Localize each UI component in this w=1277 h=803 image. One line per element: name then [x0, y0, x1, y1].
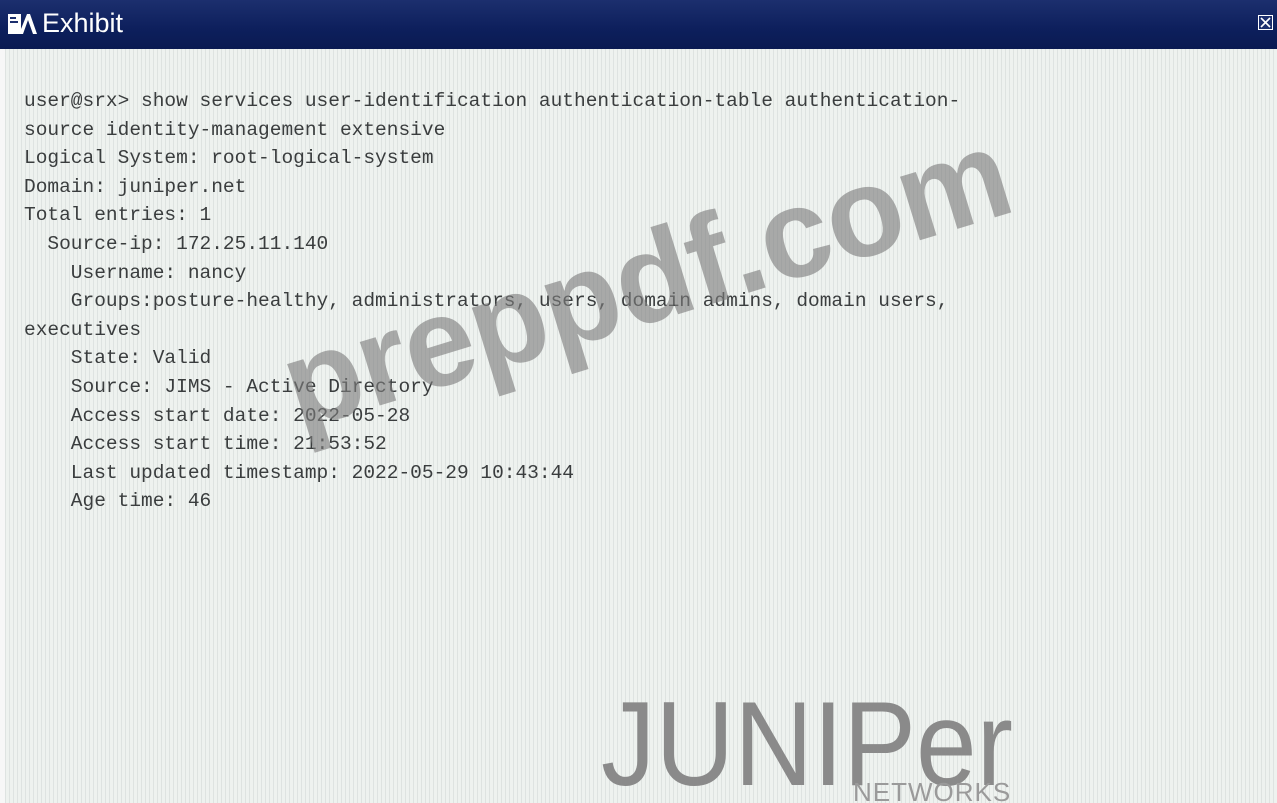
close-icon — [1260, 17, 1271, 28]
terminal-line: Source-ip: 172.25.11.140 — [24, 232, 329, 255]
terminal-line: Last updated timestamp: 2022-05-29 10:43… — [24, 461, 574, 484]
terminal-line: Username: nancy — [24, 261, 247, 284]
terminal-line: executives — [24, 318, 142, 341]
terminal-line: Total entries: 1 — [24, 204, 212, 227]
logo-subtitle: NETWORKS — [853, 777, 1011, 803]
terminal-line: Logical System: root-logical-system — [24, 147, 434, 170]
terminal-line: source identity-management extensive — [24, 118, 446, 141]
terminal-line: Age time: 46 — [24, 490, 212, 513]
exhibit-window-icon — [8, 14, 37, 34]
terminal-line: Domain: juniper.net — [24, 175, 247, 198]
terminal-line: State: Valid — [24, 347, 212, 370]
exhibit-content: user@srx> show services user-identificat… — [5, 49, 1277, 803]
window-title-bar: Exhibit — [0, 0, 1277, 49]
close-button[interactable] — [1258, 15, 1273, 30]
terminal-line: user@srx> show services user-identificat… — [24, 90, 961, 112]
window-title: Exhibit — [42, 8, 124, 38]
juniper-networks-logo: JUNIPer NETWORKS — [601, 681, 1013, 803]
